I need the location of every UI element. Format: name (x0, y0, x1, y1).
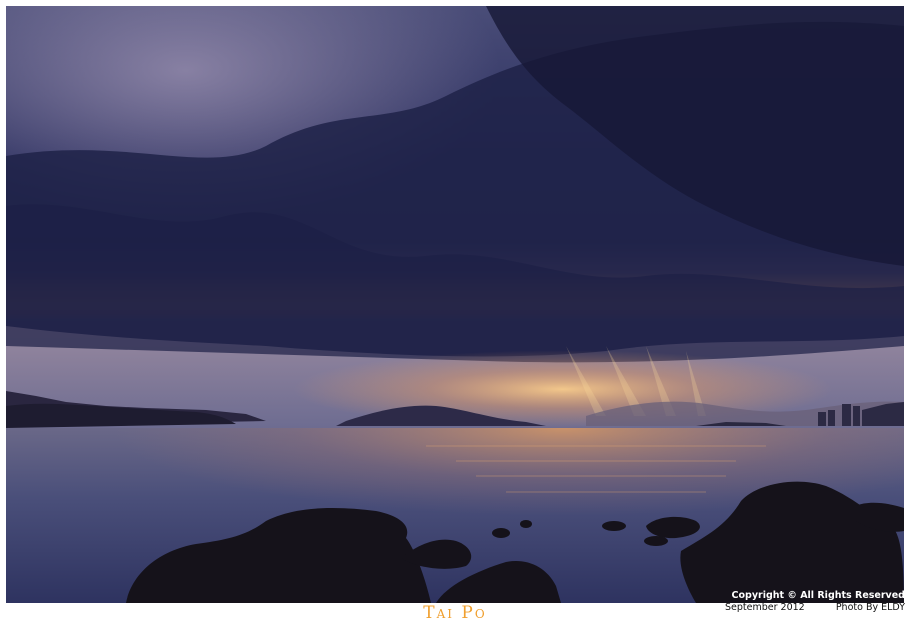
photographer-credit: Photo By ELDY (835, 602, 905, 613)
copyright-notice: Copyright © All Rights Reserved (731, 590, 905, 601)
sunset-seascape-image (6, 6, 904, 603)
photograph (6, 6, 904, 603)
photo-credits: Copyright © All Rights Reserved Septembe… (725, 590, 905, 614)
photo-meta: September 2012 Photo By ELDY (725, 602, 905, 614)
photo-date: September 2012 (725, 602, 805, 613)
